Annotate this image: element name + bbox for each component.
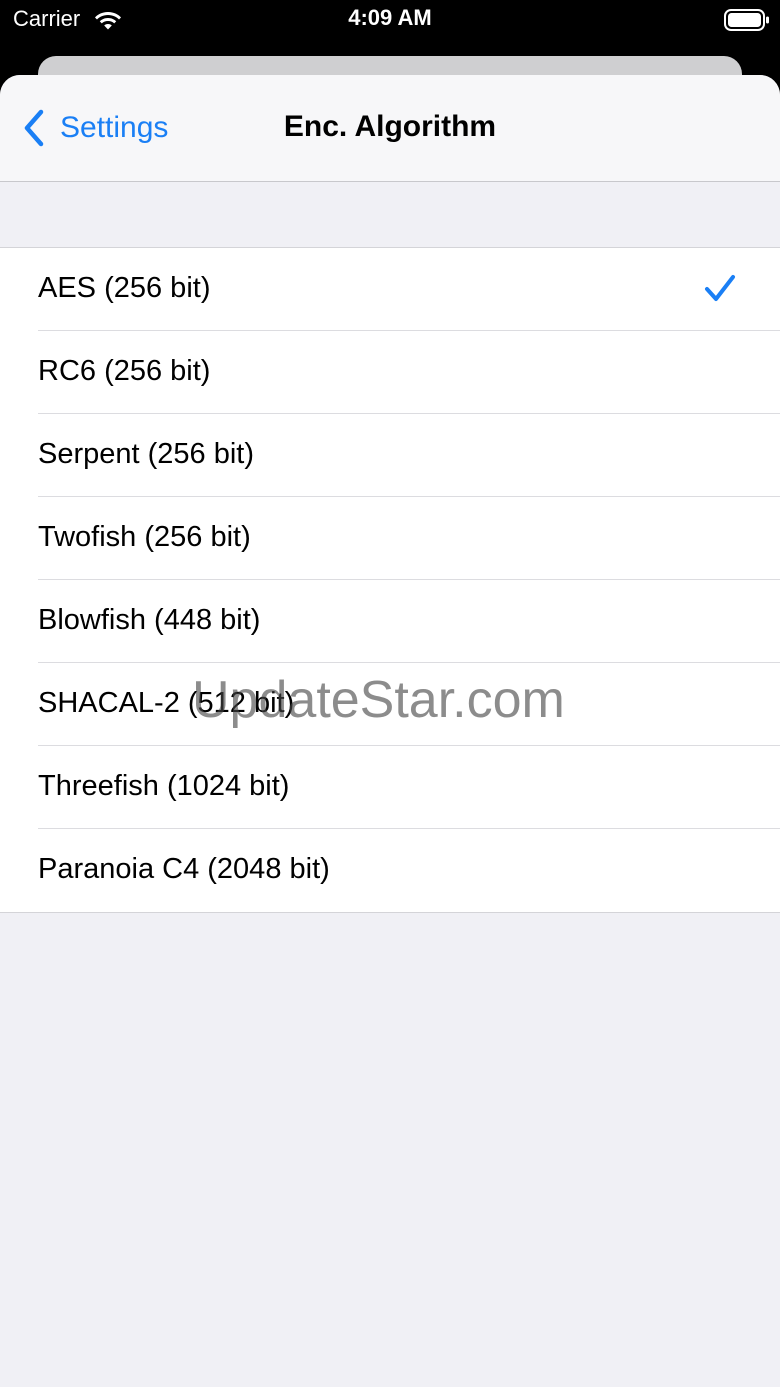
checkmark-icon: [705, 275, 735, 301]
algorithm-list: AES (256 bit) RC6 (256 bit) Serpent (256…: [0, 247, 780, 913]
algorithm-label: RC6 (256 bit): [38, 355, 211, 387]
algorithm-row-blowfish[interactable]: Blowfish (448 bit): [0, 580, 780, 663]
algorithm-label: SHACAL-2 (512 bit): [38, 687, 295, 719]
page-title: Enc. Algorithm: [283, 110, 497, 143]
algorithm-row-rc6[interactable]: RC6 (256 bit): [0, 331, 780, 414]
algorithm-row-threefish[interactable]: Threefish (1024 bit): [0, 746, 780, 829]
algorithm-row-twofish[interactable]: Twofish (256 bit): [0, 497, 780, 580]
algorithm-row-aes[interactable]: AES (256 bit): [0, 248, 780, 331]
algorithm-label: Threefish (1024 bit): [38, 770, 290, 802]
battery-icon: [724, 9, 769, 31]
algorithm-row-shacal-2[interactable]: SHACAL-2 (512 bit): [0, 663, 780, 746]
algorithm-row-paranoia-c4[interactable]: Paranoia C4 (2048 bit): [0, 829, 780, 912]
algorithm-label: Blowfish (448 bit): [38, 604, 261, 636]
algorithm-label: Twofish (256 bit): [38, 521, 251, 553]
status-time: 4:09 AM: [348, 5, 432, 30]
algorithm-label: Paranoia C4 (2048 bit): [38, 853, 330, 885]
algorithm-row-serpent[interactable]: Serpent (256 bit): [0, 414, 780, 497]
algorithm-label: Serpent (256 bit): [38, 438, 255, 470]
settings-sheet: Settings Enc. Algorithm AES (256 bit) RC…: [0, 75, 780, 1387]
algorithm-label: AES (256 bit): [38, 272, 211, 304]
navigation-bar: Settings Enc. Algorithm: [0, 75, 780, 182]
status-bar: Carrier 4:09 AM: [0, 0, 780, 40]
